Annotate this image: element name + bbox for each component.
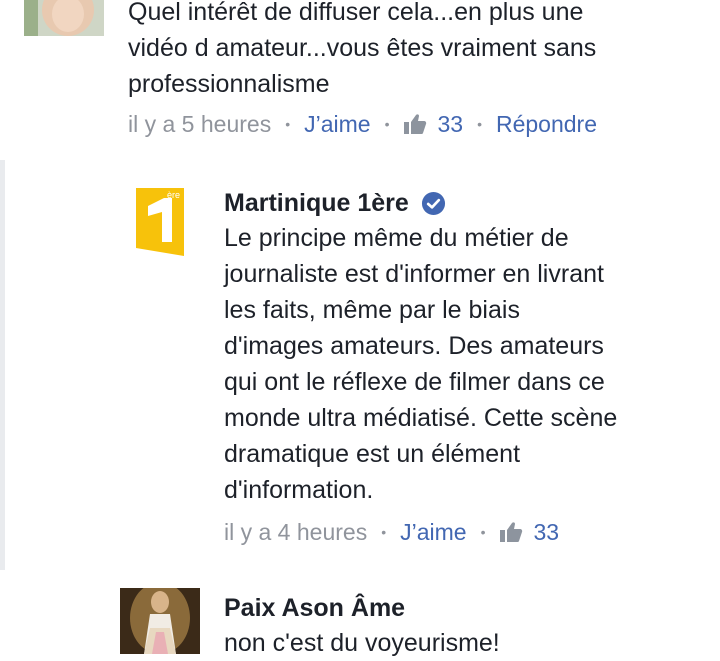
comment-text: Le principe même du métier de journalist… [224,220,704,508]
thumbs-up-icon [500,522,523,542]
comment-1: Quel intérêt de diffuser cela...en plus … [128,0,708,142]
comment-line: Quel intérêt de diffuser cela...en plus … [128,0,584,26]
comment-line: monde ultra médiatisé. Cette scène [224,404,618,432]
comment-text: Quel intérêt de diffuser cela...en plus … [128,0,708,102]
avatar[interactable] [24,0,104,36]
comment-meta: il y a 5 heures • J’aime • 33 • Répondre [128,106,708,142]
thumbs-up-icon [404,114,427,134]
separator-dot: • [480,524,486,540]
comment-timestamp: il y a 4 heures [224,518,368,545]
separator-dot: • [384,116,390,132]
author-name[interactable]: Paix Ason Âme [224,591,405,625]
comment-2: Martinique 1ère Le principe même du méti… [224,186,704,550]
avatar[interactable] [120,588,200,654]
comment-line: journaliste est d'informer en livrant [224,260,604,288]
like-count-group[interactable]: 33 [403,111,463,138]
logo-text: ère [167,190,180,200]
like-count: 33 [437,110,464,137]
comment-line: vidéo d amateur...vous êtes vraiment san… [128,34,597,62]
comment-line: d'images amateurs. Des amateurs [224,332,604,360]
comment-author[interactable]: Martinique 1ère [224,186,704,220]
comment-3: Paix Ason Âme non c'est du voyeurisme! [224,591,704,661]
user-photo-icon [120,588,200,654]
like-count: 33 [533,518,560,545]
reply-button[interactable]: Répondre [496,111,597,138]
like-button[interactable]: J’aime [304,111,370,138]
martinique-1ere-logo-icon: ère [136,188,184,256]
comment-line: les faits, même par le biais [224,296,520,324]
separator-dot: • [477,116,482,132]
comment-line: d'information. [224,476,374,504]
separator-dot: • [381,524,387,540]
separator-dot: • [285,116,291,132]
comment-author[interactable]: Paix Ason Âme [224,591,704,625]
comment-line: Le principe même du métier de [224,224,569,252]
user-photo-icon [24,0,104,36]
comment-text: non c'est du voyeurisme! [224,625,704,661]
comment-line: professionnalisme [128,70,330,98]
page-logo-avatar[interactable]: ère [134,186,186,258]
reply-thread-line [0,160,5,570]
like-button[interactable]: J’aime [400,519,466,546]
author-name[interactable]: Martinique 1ère [224,186,409,220]
comment-line: non c'est du voyeurisme! [224,629,500,657]
comment-line: dramatique est un élément [224,440,521,468]
like-count-group[interactable]: 33 [499,519,559,546]
comment-timestamp: il y a 5 heures [128,110,272,137]
comment-line: qui ont le réflexe de filmer dans ce [224,368,605,396]
comment-meta: il y a 4 heures • J’aime • 33 [224,514,704,550]
verified-check-icon [421,191,445,215]
